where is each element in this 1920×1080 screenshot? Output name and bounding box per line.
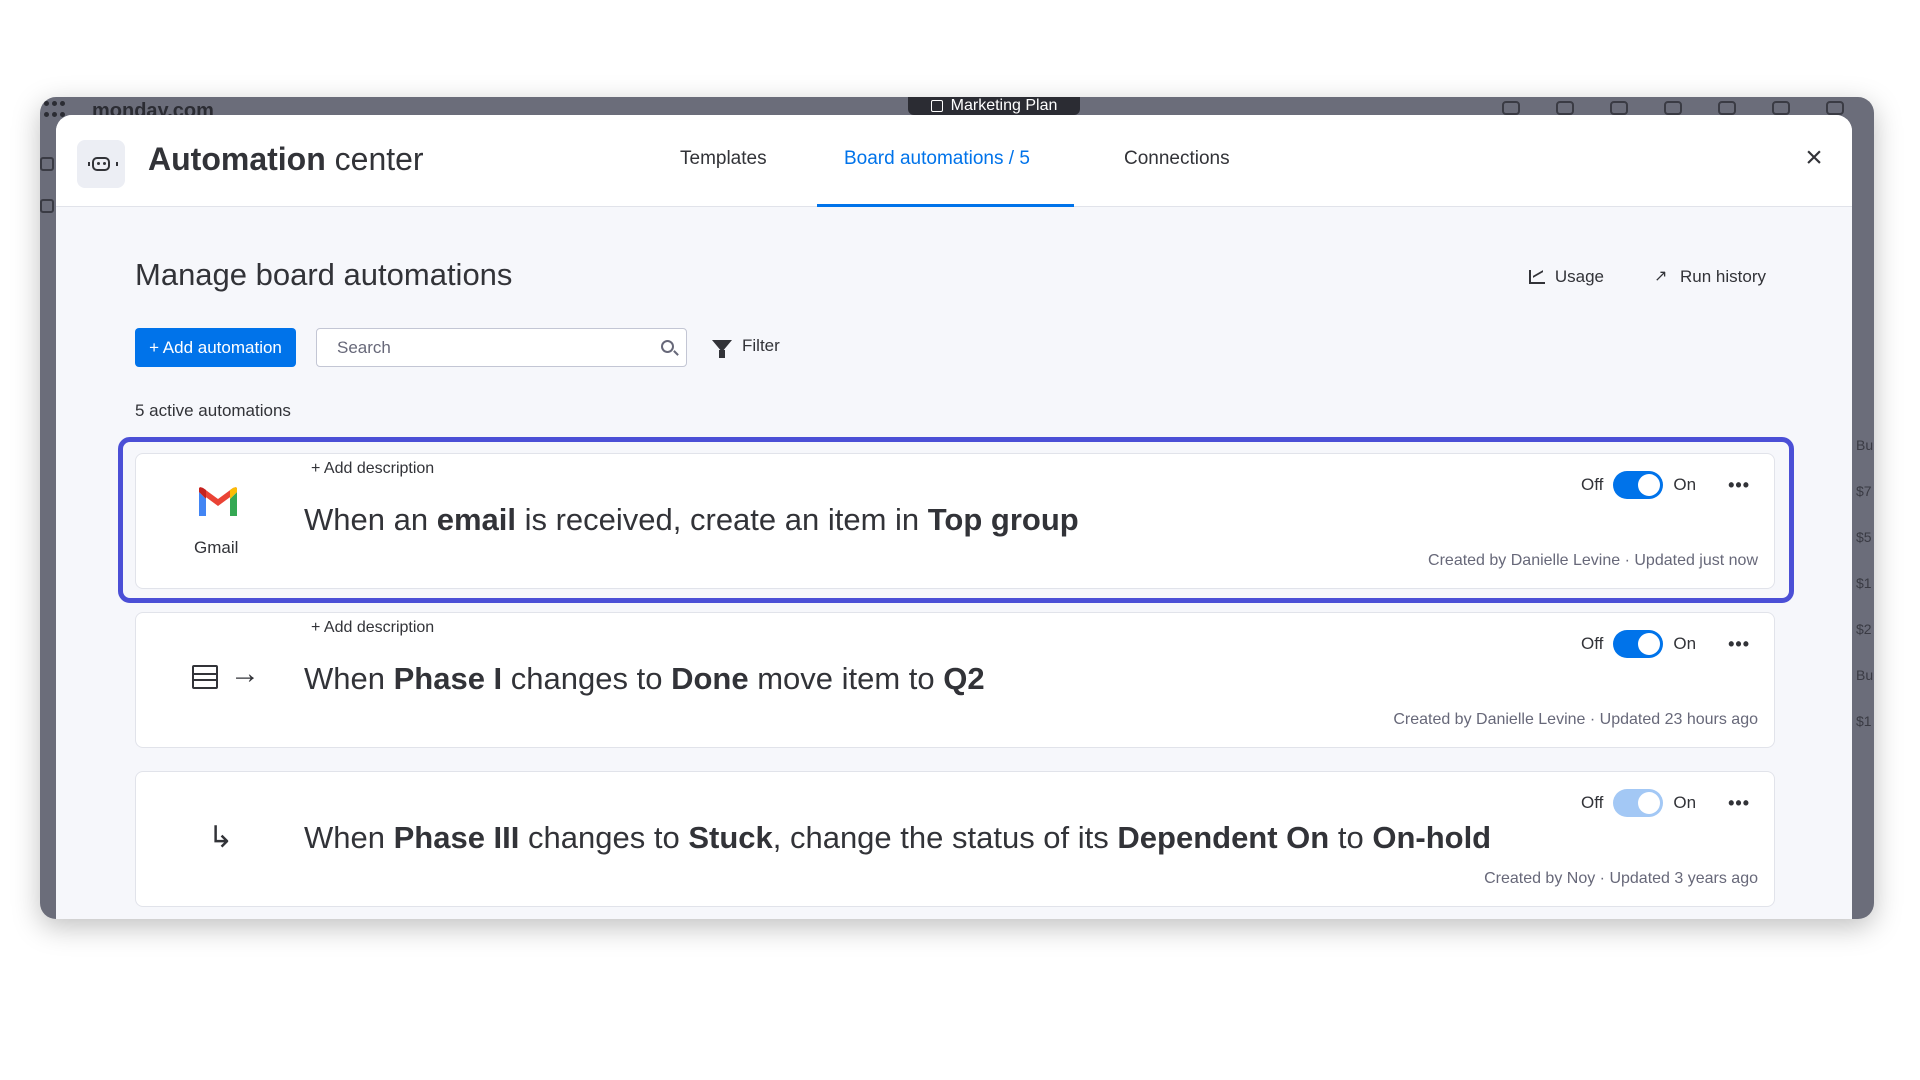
home-icon[interactable] [40,157,54,171]
automation-center-modal: Automation center Templates Board automa… [56,115,1852,919]
automation-toggle[interactable] [1613,630,1664,658]
tab-connections[interactable]: Connections [1124,148,1230,170]
filter-icon [712,340,732,358]
top-actions: Usage Run history [1528,266,1766,287]
automation-recipe: When Phase I changes to Done move item t… [304,661,985,696]
search-icon[interactable] [661,340,674,353]
apps-icon[interactable] [1664,101,1682,115]
automation-card[interactable]: + Add description → When Phase I changes… [135,612,1775,748]
add-description-button[interactable]: + Add description [311,460,434,478]
page-title: Manage board automations [135,257,513,292]
notification-icon[interactable] [1502,101,1520,115]
chart-icon [1528,270,1545,284]
search-app-icon[interactable] [1772,101,1790,115]
active-tab-indicator [817,204,1074,207]
automation-meta: Created by Noy · Updated 3 years ago [1484,870,1758,887]
filter-button[interactable]: Filter [712,336,780,358]
automation-card[interactable]: ↳ When Phase III changes to Stuck, chang… [135,771,1775,907]
toggle-on-label: On [1673,793,1697,812]
gmail-label: Gmail [194,538,239,557]
active-automations-count: 5 active automations [135,401,291,420]
close-icon[interactable]: × [1800,143,1828,173]
add-automation-button[interactable]: + Add automation [135,328,296,367]
automation-card[interactable]: + Add description Gmail When an email is… [135,453,1775,589]
toggle-row: Off On ••• [1581,789,1750,817]
run-history-label: Run history [1680,267,1766,286]
branch-arrow-icon: ↳ [208,821,234,854]
inbox-icon[interactable] [1556,101,1574,115]
app-left-sidebar [40,157,54,213]
filter-label: Filter [742,336,780,355]
help-icon[interactable] [1826,101,1844,115]
toggle-row: Off On ••• [1581,471,1750,499]
tabs: Templates Board automations / 5 Connecti… [56,115,1852,207]
toggle-off-label: Off [1581,793,1604,812]
more-options-icon[interactable]: ••• [1728,634,1750,655]
integrations-icon[interactable] [1718,101,1736,115]
automation-meta: Created by Danielle Levine · Updated 23 … [1393,711,1758,728]
more-options-icon[interactable]: ••• [1728,793,1750,814]
search-input[interactable] [317,329,647,366]
board-icon [930,100,943,112]
automation-recipe: When an email is received, create an ite… [304,502,1079,537]
table-icon [192,665,218,689]
toggle-row: Off On ••• [1581,630,1750,658]
toggle-on-label: On [1673,634,1697,653]
usage-label: Usage [1554,267,1605,286]
trend-icon [1654,266,1670,286]
toggle-off-label: Off [1581,634,1604,653]
more-options-icon[interactable]: ••• [1728,475,1750,496]
invite-icon[interactable] [1610,101,1628,115]
automation-recipe: When Phase III changes to Stuck, change … [304,820,1492,855]
tab-templates[interactable]: Templates [680,148,767,170]
app-top-icons [1502,101,1844,115]
add-description-button[interactable]: + Add description [311,619,434,637]
automation-toggle[interactable] [1613,789,1664,817]
automation-meta: Created by Danielle Levine · Updated jus… [1428,552,1758,569]
search-box [316,328,687,367]
board-tag-label: Marketing Plan [950,97,1058,114]
run-history-button[interactable]: Run history [1654,266,1766,287]
modal-header: Automation center Templates Board automa… [56,115,1852,207]
arrow-right-icon: → [230,657,260,690]
board-tag: Marketing Plan [908,97,1080,115]
usage-button[interactable]: Usage [1528,267,1605,287]
tab-board-automations[interactable]: Board automations / 5 [844,148,1030,170]
gmail-icon [199,487,237,516]
my-work-icon[interactable] [40,199,54,213]
toggle-off-label: Off [1581,475,1604,494]
automation-toggle[interactable] [1613,471,1664,499]
toggle-on-label: On [1673,475,1697,494]
